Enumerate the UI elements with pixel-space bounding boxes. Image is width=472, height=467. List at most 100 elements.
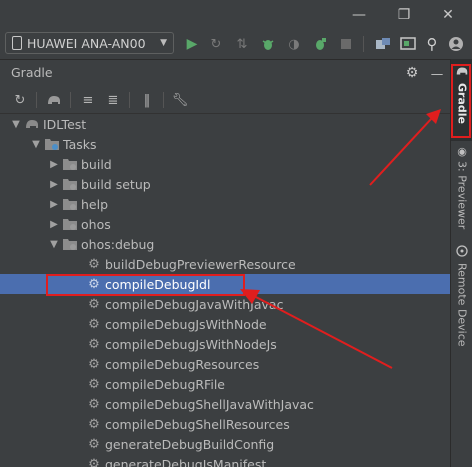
chevron-right-icon[interactable]: ▶	[48, 159, 60, 170]
tree-label: Tasks	[63, 136, 97, 152]
tree-label: help	[81, 196, 109, 212]
gear-icon: ⚙	[88, 296, 100, 312]
task-row[interactable]: ⚙ generateDebugBuildConfig	[0, 434, 450, 454]
debug-icon[interactable]	[258, 34, 278, 54]
tree-label: ohos	[81, 216, 111, 232]
gradle-toolbar: ↻ ≡ ≣ ‖ 🔧︎	[0, 86, 450, 114]
gear-icon: ⚙	[88, 436, 100, 452]
folder-icon	[44, 136, 60, 152]
tree-label: build setup	[81, 176, 151, 192]
chevron-right-icon[interactable]: ▶	[48, 199, 60, 210]
tree-row-group[interactable]: ▼ ohos:debug	[0, 234, 450, 254]
elephant-icon[interactable]	[44, 90, 64, 110]
task-label: compileDebugJsWithNode	[105, 316, 267, 332]
gear-icon: ⚙	[88, 456, 100, 467]
tree-row-group[interactable]: ▶ build	[0, 154, 450, 174]
title-bar: — ❐ ✕	[0, 0, 472, 30]
folder-icon	[62, 236, 78, 252]
gear-icon: ⚙	[88, 376, 100, 392]
wrench-icon[interactable]: 🔧︎	[170, 90, 190, 110]
task-row[interactable]: ⚙ buildDebugPreviewerResource	[0, 254, 450, 274]
gear-icon: ⚙	[88, 416, 100, 432]
folder-icon	[62, 216, 78, 232]
collapse-all-icon[interactable]: ≣	[103, 90, 123, 110]
chevron-down-icon[interactable]: ▼	[30, 139, 42, 150]
project-structure-icon[interactable]	[373, 34, 393, 54]
stop-icon[interactable]	[336, 34, 356, 54]
remote-device-icon	[456, 245, 468, 260]
toolbar-divider	[129, 92, 130, 108]
device-label: HUAWEI ANA-AN00	[27, 35, 146, 51]
gradle-panel-header: Gradle ⚙ —	[0, 59, 450, 87]
chevron-down-icon[interactable]: ▼	[10, 119, 22, 130]
toolbar-divider	[163, 92, 164, 108]
tab-label: Remote Device	[455, 263, 469, 347]
tree-row-group[interactable]: ▶ ohos	[0, 214, 450, 234]
tree-label: IDLTest	[43, 116, 87, 132]
attach-debugger-icon[interactable]: ◑	[284, 34, 304, 54]
tree-row-group[interactable]: ▶ help	[0, 194, 450, 214]
toolbar-divider	[70, 92, 71, 108]
highlight-box-gradle-tab	[451, 64, 471, 138]
task-label: compileDebugShellJavaWithJavac	[105, 396, 314, 412]
device-manager-icon[interactable]	[398, 34, 418, 54]
hide-panel-icon[interactable]: —	[428, 64, 446, 82]
task-row[interactable]: ⚙ compileDebugJsWithNodeJs	[0, 334, 450, 354]
task-label: compileDebugResources	[105, 356, 260, 372]
task-label: compileDebugRFile	[105, 376, 225, 392]
tree-row-group[interactable]: ▶ build setup	[0, 174, 450, 194]
task-row[interactable]: ⚙ compileDebugShellJavaWithJavac	[0, 394, 450, 414]
toggle-offline-icon[interactable]: ‖	[137, 90, 157, 110]
rerun-icon[interactable]: ↻	[206, 34, 226, 54]
close-icon[interactable]: ✕	[435, 4, 461, 26]
eye-icon: ◉	[457, 145, 467, 158]
chevron-down-icon: ▼	[160, 38, 167, 48]
restart-icon[interactable]: ⇅	[232, 34, 252, 54]
gear-icon: ⚙	[88, 316, 100, 332]
task-label: compileDebugShellResources	[105, 416, 290, 432]
tree-label: build	[81, 156, 112, 172]
task-row[interactable]: ⚙ compileDebugRFile	[0, 374, 450, 394]
highlight-box-task	[46, 274, 245, 296]
search-icon[interactable]: ⚲	[422, 34, 442, 54]
toolbar-divider	[363, 36, 364, 52]
folder-icon	[62, 156, 78, 172]
chevron-right-icon[interactable]: ▶	[48, 219, 60, 230]
apply-changes-icon[interactable]	[310, 34, 330, 54]
task-row[interactable]: ⚙ compileDebugJavaWithJavac	[0, 294, 450, 314]
task-label: compileDebugJavaWithJavac	[105, 296, 284, 312]
folder-icon	[62, 176, 78, 192]
gear-icon: ⚙	[88, 336, 100, 352]
panel-title: Gradle	[11, 65, 53, 80]
toolbar-divider	[36, 92, 37, 108]
chevron-right-icon[interactable]: ▶	[48, 179, 60, 190]
run-icon[interactable]: ▶	[182, 34, 202, 54]
reload-icon[interactable]: ↻	[10, 90, 30, 110]
minimize-icon[interactable]: —	[346, 4, 372, 26]
tree-row-root[interactable]: ▼ IDLTest	[0, 114, 450, 134]
folder-icon	[62, 196, 78, 212]
gear-icon[interactable]: ⚙	[403, 64, 421, 82]
device-selector[interactable]: HUAWEI ANA-AN00 ▼	[5, 32, 174, 54]
task-row[interactable]: ⚙ generateDebugJsManifest	[0, 454, 450, 467]
tab-previewer[interactable]: ◉ 3: Previewer	[451, 141, 472, 241]
tree-label: ohos:debug	[81, 236, 155, 252]
task-label: generateDebugJsManifest	[105, 456, 267, 467]
gear-icon: ⚙	[88, 396, 100, 412]
tab-remote-device[interactable]: Remote Device	[451, 241, 472, 361]
task-label: compileDebugJsWithNodeJs	[105, 336, 277, 352]
tab-label: 3: Previewer	[455, 161, 469, 230]
task-row[interactable]: ⚙ compileDebugJsWithNode	[0, 314, 450, 334]
task-row[interactable]: ⚙ compileDebugShellResources	[0, 414, 450, 434]
gear-icon: ⚙	[88, 256, 100, 272]
restore-icon[interactable]: ❐	[391, 4, 417, 26]
tree-row-tasks[interactable]: ▼ Tasks	[0, 134, 450, 154]
task-label: buildDebugPreviewerResource	[105, 256, 296, 272]
elephant-icon	[24, 116, 40, 132]
account-icon[interactable]	[446, 34, 466, 54]
task-row[interactable]: ⚙ compileDebugResources	[0, 354, 450, 374]
chevron-down-icon[interactable]: ▼	[48, 239, 60, 250]
task-label: generateDebugBuildConfig	[105, 436, 275, 452]
phone-icon	[12, 36, 22, 50]
expand-all-icon[interactable]: ≡	[78, 90, 98, 110]
